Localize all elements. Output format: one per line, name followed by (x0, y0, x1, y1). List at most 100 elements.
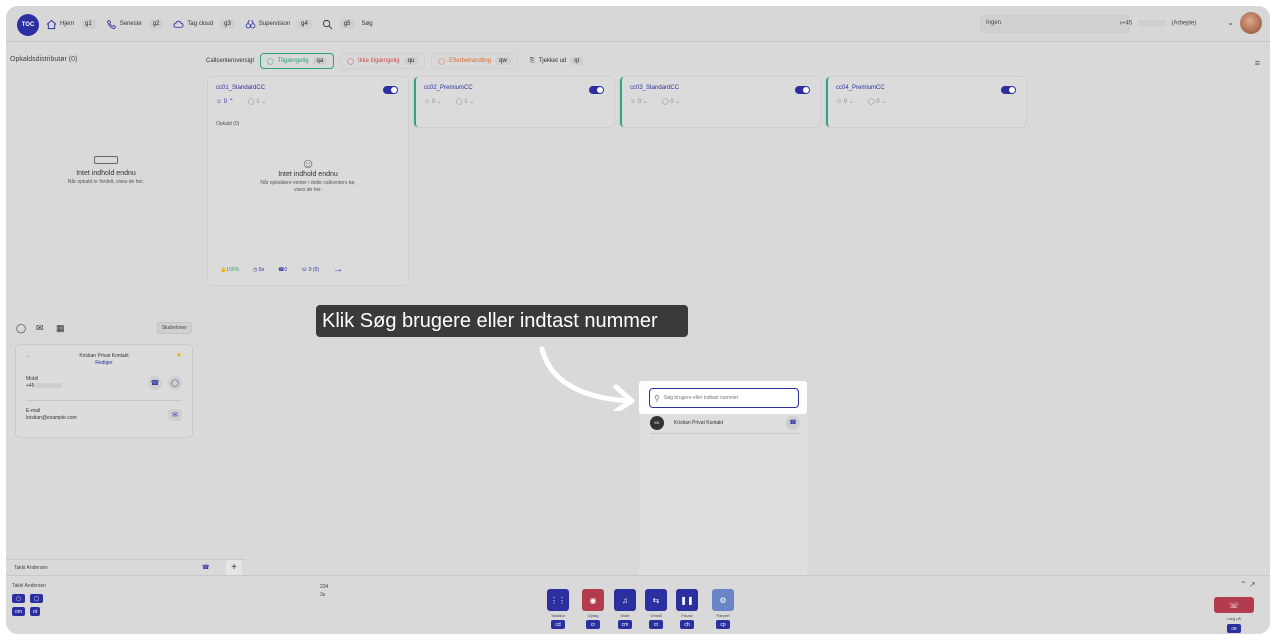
callcenter-overview-header: Callcenteroversigt ◯ Tilgængelig qa ◯ Ik… (206, 52, 589, 70)
call-contact-button[interactable]: ☎ (148, 376, 162, 390)
divider (26, 400, 182, 401)
callcenter-stats: ☺ 0 ⌄ ◯ 0 ⌄ (630, 98, 680, 105)
mute-button[interactable]: ♫ (614, 589, 636, 611)
callcenter-name[interactable]: cc03_StandardCC (630, 85, 679, 91)
hangup-shortcut: ce (1227, 624, 1241, 633)
pause-button[interactable]: ❚❚ (676, 589, 698, 611)
transfer-button[interactable]: ⇆ (645, 589, 667, 611)
search-result-row[interactable]: KK Kristian Privat Kontakt ☎ (650, 412, 800, 434)
nav-supervision[interactable]: Supervision g4 (245, 19, 316, 30)
contact-name: Kristian Privat Kontakt (79, 353, 129, 359)
agents-count[interactable]: ☺ 0 ⌄ (424, 98, 442, 105)
record-label: Optag (587, 613, 599, 618)
contacts-icon[interactable]: ▦ (56, 323, 66, 333)
call-result-button[interactable]: ☎ (786, 415, 800, 430)
callcenter-toggle[interactable] (1001, 86, 1016, 94)
callcenter-toggle[interactable] (383, 86, 398, 94)
keypad-shortcut: cd (551, 620, 565, 629)
mail-icon[interactable]: ✉ (36, 323, 46, 333)
queue-calls-label: Opkald (0) (216, 121, 240, 127)
email-label: E-mail (26, 408, 41, 414)
empty-tray-icon (94, 156, 118, 164)
conference-shortcut: cp (716, 620, 730, 629)
keypad-button[interactable]: ⋮⋮ (547, 589, 569, 611)
mobile-label: Mobil (26, 376, 38, 382)
nav-search[interactable]: g5 Søg (322, 19, 373, 30)
expand-icon[interactable]: ⌃ ↗ (1240, 580, 1256, 589)
calls-count[interactable]: ◯ 1 ⌄ (456, 98, 474, 105)
call-duration: 3s (320, 592, 326, 598)
chat-icon[interactable]: ◯ (30, 594, 43, 603)
nav-tag-cloud-shortcut: g3 (220, 19, 235, 29)
send-email-button[interactable]: ✉ (168, 409, 182, 421)
hangup-button[interactable]: ☏ (1214, 597, 1254, 613)
chat-icon[interactable]: ◯ (16, 323, 26, 333)
callcenter-stats: ☺ 0 ⌄ ◯ 0 ⌄ (836, 98, 886, 105)
agents-count[interactable]: ☺ 0 ⌃ (216, 98, 234, 105)
user-avatar[interactable] (1240, 12, 1262, 34)
phone-number-dropdown[interactable]: +45 (Arbejde) ⌄ (1118, 15, 1238, 33)
clock-icon: ◯ (438, 58, 446, 65)
star-icon[interactable]: ★ (176, 351, 182, 359)
main-nav: Hjem g1 Seneste g2 Tag cloud g3 Supervis… (46, 6, 373, 42)
person-icon: ☺ (300, 155, 316, 171)
callcenter-toggle[interactable] (589, 86, 604, 94)
call-distributor-empty-state: Intet indhold endnu Når opkald er fordel… (6, 156, 206, 186)
arrow-right-icon[interactable]: → (333, 264, 343, 275)
call-distributor-title: Opkaldsdistributør (0) (10, 56, 78, 63)
callcenter-name[interactable]: cc04_PremiumCC (836, 85, 885, 91)
nav-search-label: Søg (361, 21, 373, 27)
agents-count[interactable]: ☺ 0 ⌄ (630, 98, 648, 105)
agents-count[interactable]: ☺ 0 ⌄ (836, 98, 854, 105)
shortcut-ot[interactable]: ot (30, 607, 41, 616)
calls-count[interactable]: ◯ 1 ⌄ (248, 98, 266, 105)
transfer-label: Omstil (650, 613, 662, 618)
checkout-button[interactable]: ⎘ Tjekket ud ql (524, 54, 589, 68)
add-tab-button[interactable]: + (226, 560, 242, 575)
calls-count[interactable]: ◯ 0 ⌄ (868, 98, 886, 105)
wrapup-label: Efterbehandling (449, 58, 492, 64)
headset-off-icon: ◯ (347, 58, 354, 65)
chat-contact-button[interactable]: ◯ (168, 376, 182, 390)
collapse-panel-icon[interactable]: ≡ (1255, 58, 1260, 68)
callcenter-toggle[interactable] (795, 86, 810, 94)
callcenter-stats: ☺ 0 ⌃ ◯ 1 ⌄ (216, 98, 266, 105)
available-shortcut: qa (312, 57, 328, 65)
status-dropdown[interactable]: Ingen › (980, 15, 1130, 33)
record-shortcut: cr (586, 620, 600, 629)
app-window: TOC Hjem g1 Seneste g2 Tag cloud g3 Supe… (6, 6, 1270, 634)
agent-bar: Takki Andersen ☎ + (6, 559, 246, 575)
nav-search-shortcut: g5 (339, 19, 355, 29)
conference-button[interactable]: ⚙ (712, 589, 734, 611)
blurred-number (1137, 20, 1166, 26)
callcenter-card: cc03_StandardCC ☺ 0 ⌄ ◯ 0 ⌄ (620, 77, 820, 127)
nav-recent[interactable]: Seneste g2 (106, 19, 168, 30)
record-button[interactable]: ◉ (582, 589, 604, 611)
nav-supervision-shortcut: g4 (297, 19, 312, 29)
available-button[interactable]: ◯ Tilgængelig qa (260, 53, 335, 69)
mute-label: Mute (620, 613, 630, 618)
call-number: 234 (320, 584, 329, 590)
unavailable-button[interactable]: ◯ Ikke tilgængelig qu (340, 53, 426, 69)
nav-tag-cloud[interactable]: Tag cloud g3 (173, 19, 238, 30)
search-users-field[interactable]: ⚲ (649, 388, 799, 408)
callcenter-name[interactable]: cc01_StandardCC (216, 85, 265, 91)
available-label: Tilgængelig (277, 58, 309, 64)
chevron-down-icon: ⌄ (1227, 18, 1234, 27)
conference-label: Parpert (716, 613, 730, 618)
card-icon[interactable]: ▢ (12, 594, 25, 603)
nav-home[interactable]: Hjem g1 (46, 19, 100, 30)
calls-count[interactable]: ◯ 0 ⌄ (662, 98, 680, 105)
home-icon (46, 19, 57, 29)
phone-icon[interactable]: ☎ (202, 564, 209, 571)
active-call-bar: Takki Andersen ▢ ◯ om ot 234 3s ⋮⋮ ◉ ♫ ⇆… (6, 575, 1270, 634)
callcenter-name[interactable]: cc02_PremiumCC (424, 85, 473, 91)
search-input[interactable] (663, 395, 784, 401)
edit-contact-link[interactable]: Rediger (16, 360, 192, 366)
templates-button[interactable]: Skabeloner (156, 322, 192, 334)
search-icon (322, 19, 333, 29)
transfer-shortcut: ct (649, 620, 663, 629)
wrapup-button[interactable]: ◯ Efterbehandling qw (431, 53, 518, 69)
guide-arrow-icon (539, 346, 635, 411)
shortcut-om[interactable]: om (12, 607, 25, 616)
